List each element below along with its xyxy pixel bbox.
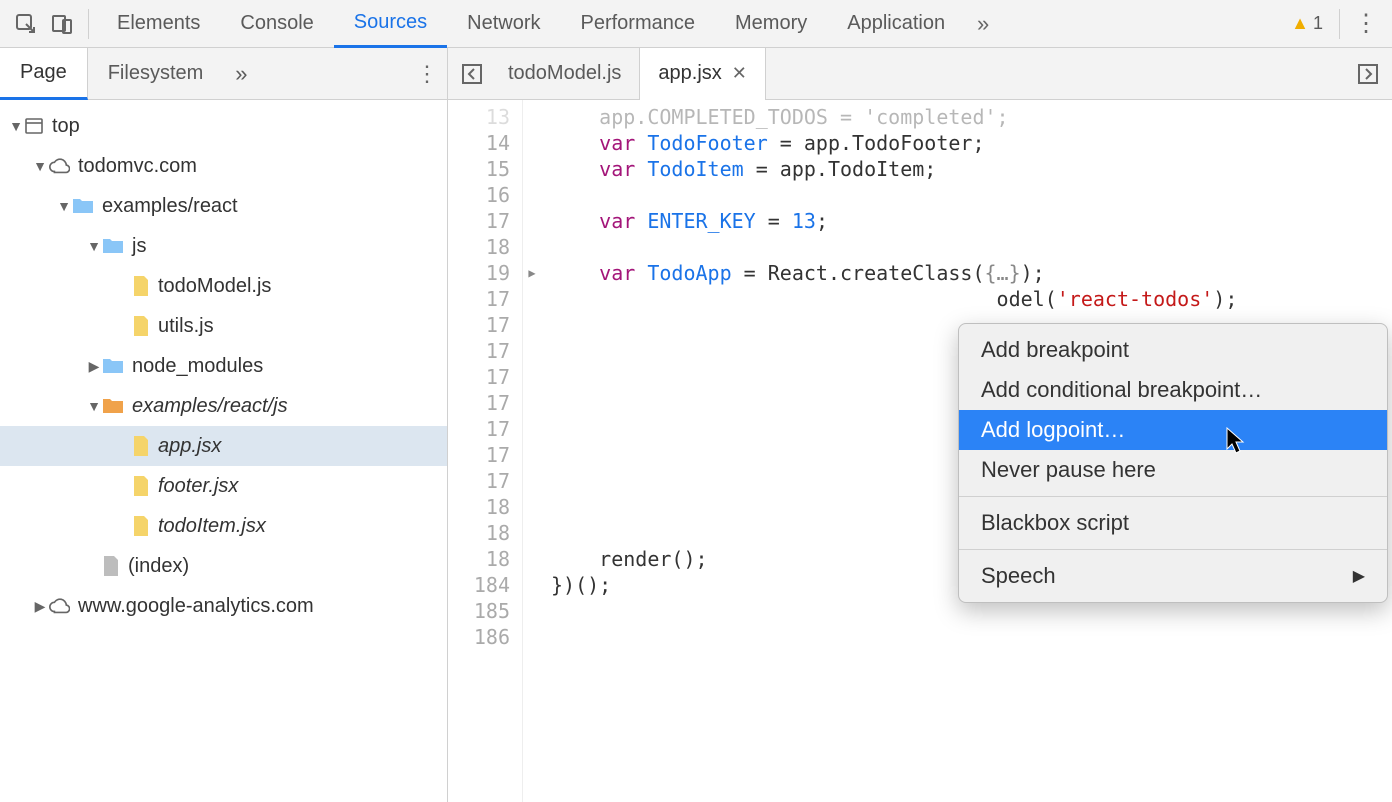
editor-tab-label: app.jsx (658, 62, 721, 85)
tree-label: todoModel.js (158, 275, 271, 298)
caret-right-icon: ▶ (86, 358, 102, 375)
tree-top[interactable]: ▼ top (0, 106, 447, 146)
tree-label: www.google-analytics.com (78, 595, 314, 618)
tree-origin-todomvc[interactable]: ▼ todomvc.com (0, 146, 447, 186)
ctx-add-logpoint[interactable]: Add logpoint… (959, 410, 1387, 450)
sidebar-tab-filesystem[interactable]: Filesystem (88, 48, 224, 100)
tree-folder-examples-react-js[interactable]: ▼ examples/react/js (0, 386, 447, 426)
ctx-add-breakpoint[interactable]: Add breakpoint (959, 330, 1387, 370)
tab-sources[interactable]: Sources (334, 0, 447, 48)
sidebar-kebab-icon[interactable]: ⋮ (407, 61, 447, 87)
ctx-add-conditional-breakpoint[interactable]: Add conditional breakpoint… (959, 370, 1387, 410)
kebab-menu-icon[interactable]: ⋮ (1348, 6, 1384, 42)
line-gutter[interactable]: 13 14 15 16 17 18 19 17 17 17 17 17 17 1… (448, 100, 523, 802)
file-tree: ▼ top ▼ todomvc.com ▼ examples/react ▼ j… (0, 100, 447, 802)
sources-sidebar: Page Filesystem » ⋮ ▼ top ▼ todomvc.com … (0, 48, 448, 802)
divider (959, 549, 1387, 550)
caret-down-icon: ▼ (86, 238, 102, 254)
more-tabs-icon[interactable]: » (965, 6, 1001, 42)
tab-memory[interactable]: Memory (715, 0, 827, 48)
caret-down-icon: ▼ (56, 198, 72, 214)
fold-gutter[interactable]: ▶ (523, 100, 541, 802)
tab-console[interactable]: Console (220, 0, 333, 48)
ctx-never-pause[interactable]: Never pause here (959, 450, 1387, 490)
tree-file-app[interactable]: app.jsx (0, 426, 447, 466)
ctx-blackbox-script[interactable]: Blackbox script (959, 503, 1387, 543)
warning-number: 1 (1313, 13, 1323, 34)
tree-label: app.jsx (158, 435, 221, 458)
sidebar-tab-page[interactable]: Page (0, 48, 88, 100)
caret-right-icon: ▶ (32, 598, 48, 615)
mouse-cursor-icon (1226, 427, 1248, 455)
tree-origin-ga[interactable]: ▶ www.google-analytics.com (0, 586, 447, 626)
sidebar-tabbar: Page Filesystem » ⋮ (0, 48, 447, 100)
gutter-context-menu: Add breakpoint Add conditional breakpoin… (958, 323, 1388, 603)
editor-tab-todomodel[interactable]: todoModel.js (490, 48, 639, 100)
editor-tab-app[interactable]: app.jsx ✕ (639, 48, 765, 100)
tree-file-utils[interactable]: utils.js (0, 306, 447, 346)
tree-file-index[interactable]: (index) (0, 546, 447, 586)
tree-label: examples/react/js (132, 395, 288, 418)
tree-file-todomodel[interactable]: todoModel.js (0, 266, 447, 306)
inspect-icon[interactable] (8, 6, 44, 42)
tree-label: todomvc.com (78, 155, 197, 178)
tab-elements[interactable]: Elements (97, 0, 220, 48)
tree-label: node_modules (132, 355, 263, 378)
close-icon[interactable]: ✕ (732, 63, 747, 84)
tree-folder-js[interactable]: ▼ js (0, 226, 447, 266)
warning-icon: ▲ (1291, 13, 1309, 34)
tree-label: footer.jsx (158, 475, 238, 498)
tree-file-footer[interactable]: footer.jsx (0, 466, 447, 506)
submenu-arrow-icon: ▶ (1353, 566, 1365, 586)
caret-down-icon: ▼ (32, 158, 48, 174)
nav-back-icon[interactable] (454, 56, 490, 92)
devtools-tabbar: Elements Console Sources Network Perform… (0, 0, 1392, 48)
device-toggle-icon[interactable] (44, 6, 80, 42)
tab-application[interactable]: Application (827, 0, 965, 48)
caret-down-icon: ▼ (8, 118, 24, 134)
editor-pane: todoModel.js app.jsx ✕ 13 14 15 16 17 18… (448, 48, 1392, 802)
fold-marker-icon[interactable]: ▶ (523, 260, 541, 286)
caret-down-icon: ▼ (86, 398, 102, 414)
editor-tabbar: todoModel.js app.jsx ✕ (448, 48, 1392, 100)
tab-network[interactable]: Network (447, 0, 560, 48)
tree-folder-examples[interactable]: ▼ examples/react (0, 186, 447, 226)
divider (959, 496, 1387, 497)
tree-label: todoItem.jsx (158, 515, 266, 538)
tab-performance[interactable]: Performance (561, 0, 716, 48)
tree-folder-node-modules[interactable]: ▶ node_modules (0, 346, 447, 386)
sidebar-more-icon[interactable]: » (223, 48, 259, 100)
tree-file-todoitem[interactable]: todoItem.jsx (0, 506, 447, 546)
tree-label: (index) (128, 555, 189, 578)
separator (88, 9, 89, 39)
tree-label: js (132, 235, 146, 258)
tree-label: utils.js (158, 315, 214, 338)
ctx-speech[interactable]: Speech▶ (959, 556, 1387, 596)
toggle-debugger-icon[interactable] (1350, 56, 1386, 92)
tree-label: examples/react (102, 195, 238, 218)
separator (1339, 9, 1340, 39)
tree-label: top (52, 115, 80, 138)
editor-tab-label: todoModel.js (508, 62, 621, 85)
warning-count[interactable]: ▲ 1 (1291, 13, 1323, 34)
